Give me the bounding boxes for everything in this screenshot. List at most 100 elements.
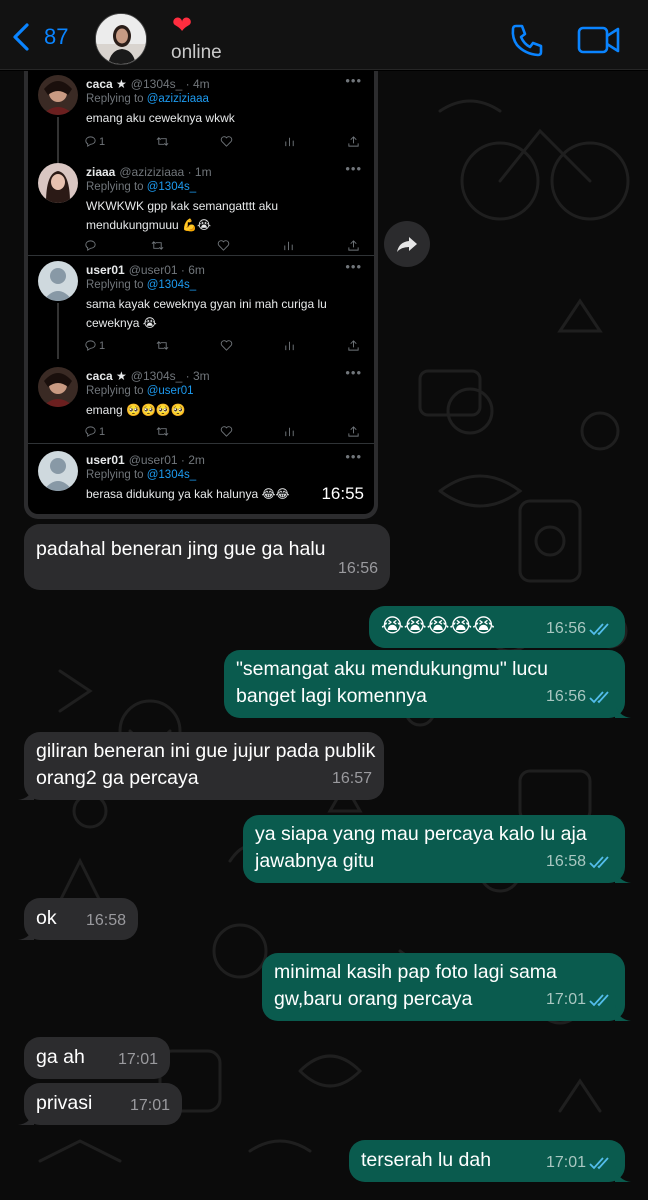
- message-bubble-outgoing[interactable]: "semangat aku mendukungmu" lucu banget l…: [224, 650, 631, 718]
- retweet-icon: [156, 339, 169, 352]
- tweet-handle: @1304s_ · 3m: [130, 369, 210, 383]
- tweet-author: user01: [86, 263, 125, 277]
- message-bubble-outgoing[interactable]: terserah lu dah 17:01: [349, 1140, 631, 1182]
- message-time: 17:01: [545, 991, 586, 1008]
- tweet-separator: [28, 255, 374, 256]
- message-bubble-outgoing[interactable]: 😭😭😭😭😭 16:56: [369, 606, 625, 648]
- message-bubble-incoming[interactable]: padahal beneran jing gue ga halu 16:56: [24, 524, 390, 590]
- tweet-separator: [28, 443, 374, 444]
- message-time: 16:57: [331, 770, 372, 787]
- message-text: "semangat aku mendukungmu" lucu banget l…: [236, 658, 548, 707]
- tweet-actions: 1: [84, 135, 360, 148]
- chevron-left-icon: [13, 23, 29, 51]
- message-text: padahal beneran jing gue ga halu: [36, 538, 326, 560]
- bubble-tail: [615, 867, 631, 883]
- twitter-screenshot[interactable]: caca ★ @1304s_ · 4m ••• Replying to @aziz…: [28, 71, 374, 514]
- retweet-icon: [156, 425, 169, 438]
- double-check-icon: [589, 622, 609, 635]
- message-time: 16:56: [545, 688, 586, 705]
- message-time: 17:01: [117, 1051, 158, 1068]
- contact-avatar[interactable]: [95, 13, 147, 65]
- share-icon: [347, 239, 360, 252]
- like-icon: [220, 425, 233, 438]
- tweet-author: ziaaa: [86, 165, 116, 179]
- message-time: 16:58: [545, 853, 586, 870]
- heart-emoji: ❤: [172, 12, 193, 39]
- replying-to: Replying to @user01: [86, 385, 194, 397]
- message-bubble-outgoing[interactable]: ya siapa yang mau percaya kalo lu aja ja…: [243, 815, 631, 883]
- like-icon: [217, 239, 230, 252]
- tweet-handle: @user01 · 6m: [128, 263, 205, 277]
- tweet-avatar: [38, 367, 78, 407]
- views-icon: [282, 239, 295, 252]
- message-bubble-incoming[interactable]: giliran beneran ini gue jujur pada publi…: [18, 732, 384, 800]
- tweet-actions: 1: [84, 339, 360, 352]
- message-bubble-incoming[interactable]: ga ah 17:01: [24, 1037, 170, 1079]
- replying-to: Replying to @1304s_: [86, 181, 197, 193]
- chat-area[interactable]: caca ★ @1304s_ · 4m ••• Replying to @aziz…: [0, 71, 648, 1200]
- tweet-handle: @aziziziaaa · 1m: [119, 165, 212, 179]
- more-icon: •••: [345, 259, 362, 274]
- more-icon: •••: [345, 73, 362, 88]
- tweet-handle: @1304s_ · 4m: [130, 77, 210, 91]
- tweet-actions: [84, 239, 360, 252]
- contact-status: online: [171, 42, 222, 63]
- tweet: user01 @user01 · 6m ••• Replying to @1304…: [28, 259, 374, 359]
- replying-to: Replying to @1304s_: [86, 279, 197, 291]
- tweet-text: emang aku ceweknya wkwk: [86, 111, 235, 125]
- message-time: 16:58: [85, 912, 126, 929]
- bubble-tail: [615, 702, 631, 718]
- message-time: 16:56: [337, 560, 378, 577]
- message-bubble-incoming[interactable]: privasi 17:01: [18, 1083, 182, 1125]
- more-icon: •••: [345, 161, 362, 176]
- image-timestamp: 16:55: [321, 484, 364, 503]
- reply-icon: 1: [84, 135, 105, 148]
- thread-line: [57, 303, 59, 359]
- tweet-avatar: [38, 451, 78, 491]
- tweet-text: berasa didukung ya kak halunya 😂😂: [86, 487, 290, 501]
- more-icon: •••: [345, 449, 362, 464]
- reply-icon: 1: [84, 425, 105, 438]
- message-bubble-incoming[interactable]: ok 16:58: [18, 898, 138, 940]
- thread-line: [57, 117, 59, 163]
- chat-header: 87 ❤ online: [0, 0, 648, 70]
- forward-arrow-icon: [397, 237, 417, 252]
- tweet: caca ★ @1304s_ · 4m ••• Replying to @aziz…: [28, 73, 374, 163]
- message-time: 17:01: [129, 1097, 170, 1114]
- message-bubble-outgoing[interactable]: minimal kasih pap foto lagi sama gw,baru…: [262, 953, 631, 1021]
- forward-button[interactable]: [384, 221, 430, 267]
- tweet-text: WKWKWK gpp kak semangatttt aku mendukung…: [86, 199, 279, 232]
- image-message[interactable]: caca ★ @1304s_ · 4m ••• Replying to @aziz…: [24, 71, 378, 519]
- share-icon: [347, 135, 360, 148]
- bubble-tail: [615, 1005, 631, 1021]
- tweet: ziaaa @aziziziaaa · 1m ••• Replying to @1…: [28, 161, 374, 259]
- message-text: giliran beneran ini gue jujur pada publi…: [36, 740, 376, 789]
- views-icon: [283, 425, 296, 438]
- views-icon: [283, 135, 296, 148]
- tweet-avatar: [38, 261, 78, 301]
- double-check-icon: [589, 993, 609, 1006]
- double-check-icon: [589, 1156, 609, 1169]
- replying-to: Replying to @aziziziaaa: [86, 93, 209, 105]
- bubble-tail: [18, 1109, 34, 1125]
- reply-icon: [84, 239, 99, 252]
- double-check-icon: [589, 690, 609, 703]
- like-icon: [220, 135, 233, 148]
- tweet-text: sama kayak ceweknya gyan ini mah curiga …: [86, 297, 327, 330]
- unread-count: 87: [44, 24, 69, 49]
- views-icon: [283, 339, 296, 352]
- phone-icon[interactable]: [507, 20, 547, 60]
- reply-icon: 1: [84, 339, 105, 352]
- back-button[interactable]: 87: [10, 22, 68, 52]
- tweet-author: caca ★: [86, 77, 127, 91]
- tweet-text: emang 🥺🥺🥺🥺: [86, 403, 186, 417]
- bubble-tail: [18, 924, 34, 940]
- tweet-actions: 1: [84, 425, 360, 438]
- video-camera-icon[interactable]: [576, 22, 622, 58]
- more-icon: •••: [345, 365, 362, 380]
- share-icon: [347, 425, 360, 438]
- message-time: 17:01: [545, 1154, 586, 1171]
- bubble-tail: [18, 784, 34, 800]
- replying-to: Replying to @1304s_: [86, 469, 197, 481]
- tweet-author: caca ★: [86, 369, 127, 383]
